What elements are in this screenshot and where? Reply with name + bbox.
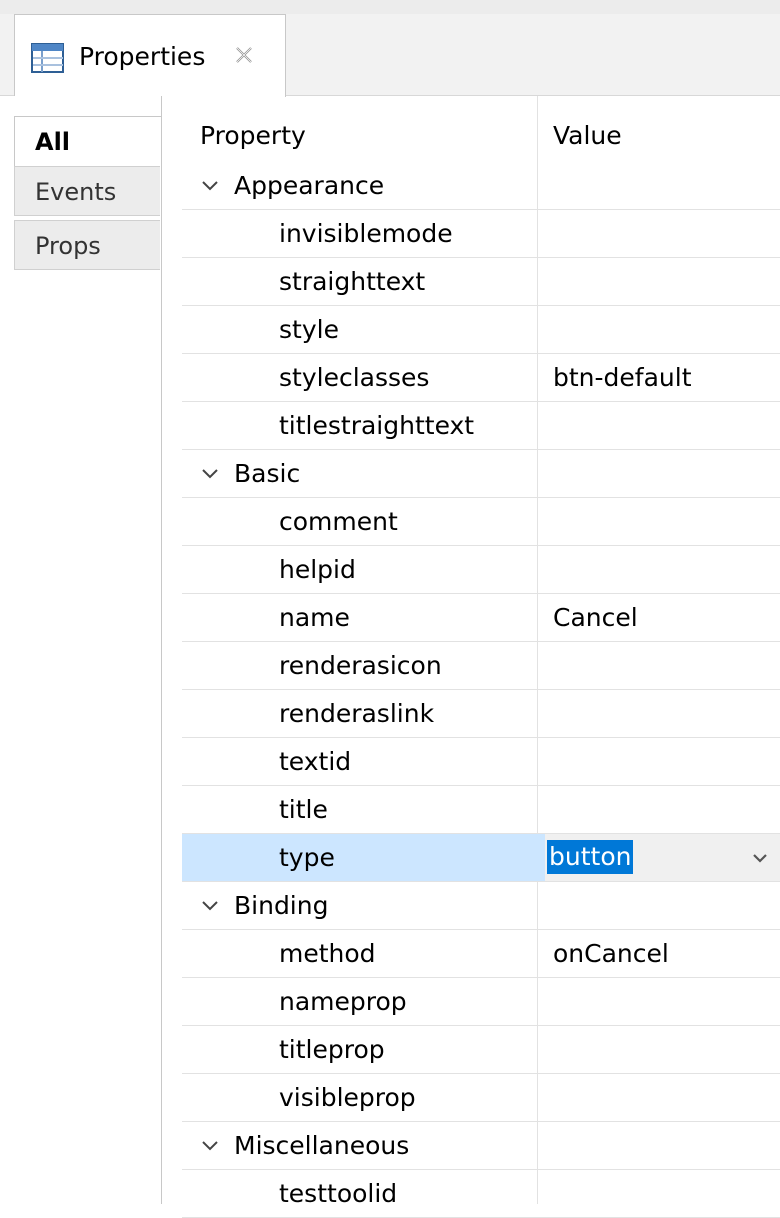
property-row-style[interactable]: style bbox=[182, 306, 780, 354]
property-row-textid[interactable]: textid bbox=[182, 738, 780, 786]
tab-all[interactable]: All bbox=[14, 116, 162, 166]
property-name: comment bbox=[279, 507, 398, 536]
property-name: visibleprop bbox=[279, 1083, 416, 1112]
property-name: renderasicon bbox=[279, 651, 442, 680]
category-label: Miscellaneous bbox=[234, 1131, 410, 1160]
property-name: titlestraighttext bbox=[279, 411, 475, 440]
property-name: invisiblemode bbox=[279, 219, 453, 248]
property-row-straighttext[interactable]: straighttext bbox=[182, 258, 780, 306]
category-label: Basic bbox=[234, 459, 301, 488]
close-icon[interactable] bbox=[233, 44, 255, 66]
property-row-comment[interactable]: comment bbox=[182, 498, 780, 546]
property-row-visibleprop[interactable]: visibleprop bbox=[182, 1074, 780, 1122]
tab-events[interactable]: Events bbox=[14, 166, 160, 216]
property-row-titleprop[interactable]: titleprop bbox=[182, 1026, 780, 1074]
property-row-titlestraighttext[interactable]: titlestraighttext bbox=[182, 402, 780, 450]
view-title: Properties bbox=[79, 42, 206, 71]
property-row-name[interactable]: name Cancel bbox=[182, 594, 780, 642]
property-row-renderasicon[interactable]: renderasicon bbox=[182, 642, 780, 690]
property-value-editor[interactable]: button bbox=[547, 840, 634, 874]
property-table: Property Value Appearance invisiblemode … bbox=[182, 96, 780, 1218]
property-value[interactable]: onCancel bbox=[553, 930, 669, 977]
property-name: titleprop bbox=[279, 1035, 385, 1064]
property-row-helpid[interactable]: helpid bbox=[182, 546, 780, 594]
property-row-type[interactable]: type button bbox=[182, 834, 780, 882]
chevron-down-icon[interactable] bbox=[200, 896, 220, 916]
category-miscellaneous[interactable]: Miscellaneous bbox=[182, 1122, 780, 1170]
property-name: nameprop bbox=[279, 987, 407, 1016]
property-value[interactable]: Cancel bbox=[553, 594, 638, 641]
chevron-down-icon[interactable] bbox=[200, 464, 220, 484]
property-value[interactable]: btn-default bbox=[553, 354, 692, 401]
property-name: straighttext bbox=[279, 267, 426, 296]
property-name: style bbox=[279, 315, 339, 344]
tab-bar-trim bbox=[0, 0, 780, 14]
section-tabs: All Events Props bbox=[0, 96, 162, 1204]
category-label: Binding bbox=[234, 891, 329, 920]
chevron-down-icon[interactable] bbox=[200, 1136, 220, 1156]
property-name: styleclasses bbox=[279, 363, 430, 392]
property-row-title[interactable]: title bbox=[182, 786, 780, 834]
properties-view-tab[interactable]: Properties bbox=[14, 14, 286, 97]
property-row-method[interactable]: method onCancel bbox=[182, 930, 780, 978]
property-name: title bbox=[279, 795, 328, 824]
category-basic[interactable]: Basic bbox=[182, 450, 780, 498]
tabs-divider bbox=[161, 96, 162, 1204]
category-appearance[interactable]: Appearance bbox=[182, 162, 780, 210]
property-name: name bbox=[279, 603, 350, 632]
property-name: method bbox=[279, 939, 376, 968]
property-row-nameprop[interactable]: nameprop bbox=[182, 978, 780, 1026]
property-name: textid bbox=[279, 747, 352, 776]
property-name: helpid bbox=[279, 555, 356, 584]
chevron-down-icon[interactable] bbox=[200, 176, 220, 196]
properties-table-icon bbox=[31, 43, 64, 73]
property-name: type bbox=[279, 843, 335, 872]
property-row-renderaslink[interactable]: renderaslink bbox=[182, 690, 780, 738]
category-label: Appearance bbox=[234, 171, 385, 200]
property-name: testtoolid bbox=[279, 1179, 398, 1208]
property-name: renderaslink bbox=[279, 699, 435, 728]
property-row-invisiblemode[interactable]: invisiblemode bbox=[182, 210, 780, 258]
tab-props[interactable]: Props bbox=[14, 220, 160, 270]
view-tab-bar: Properties bbox=[0, 0, 780, 97]
category-binding[interactable]: Binding bbox=[182, 882, 780, 930]
property-row-styleclasses[interactable]: styleclasses btn-default bbox=[182, 354, 780, 402]
dropdown-arrow-icon[interactable] bbox=[750, 848, 770, 868]
property-row-testtoolid[interactable]: testtoolid bbox=[182, 1170, 780, 1218]
